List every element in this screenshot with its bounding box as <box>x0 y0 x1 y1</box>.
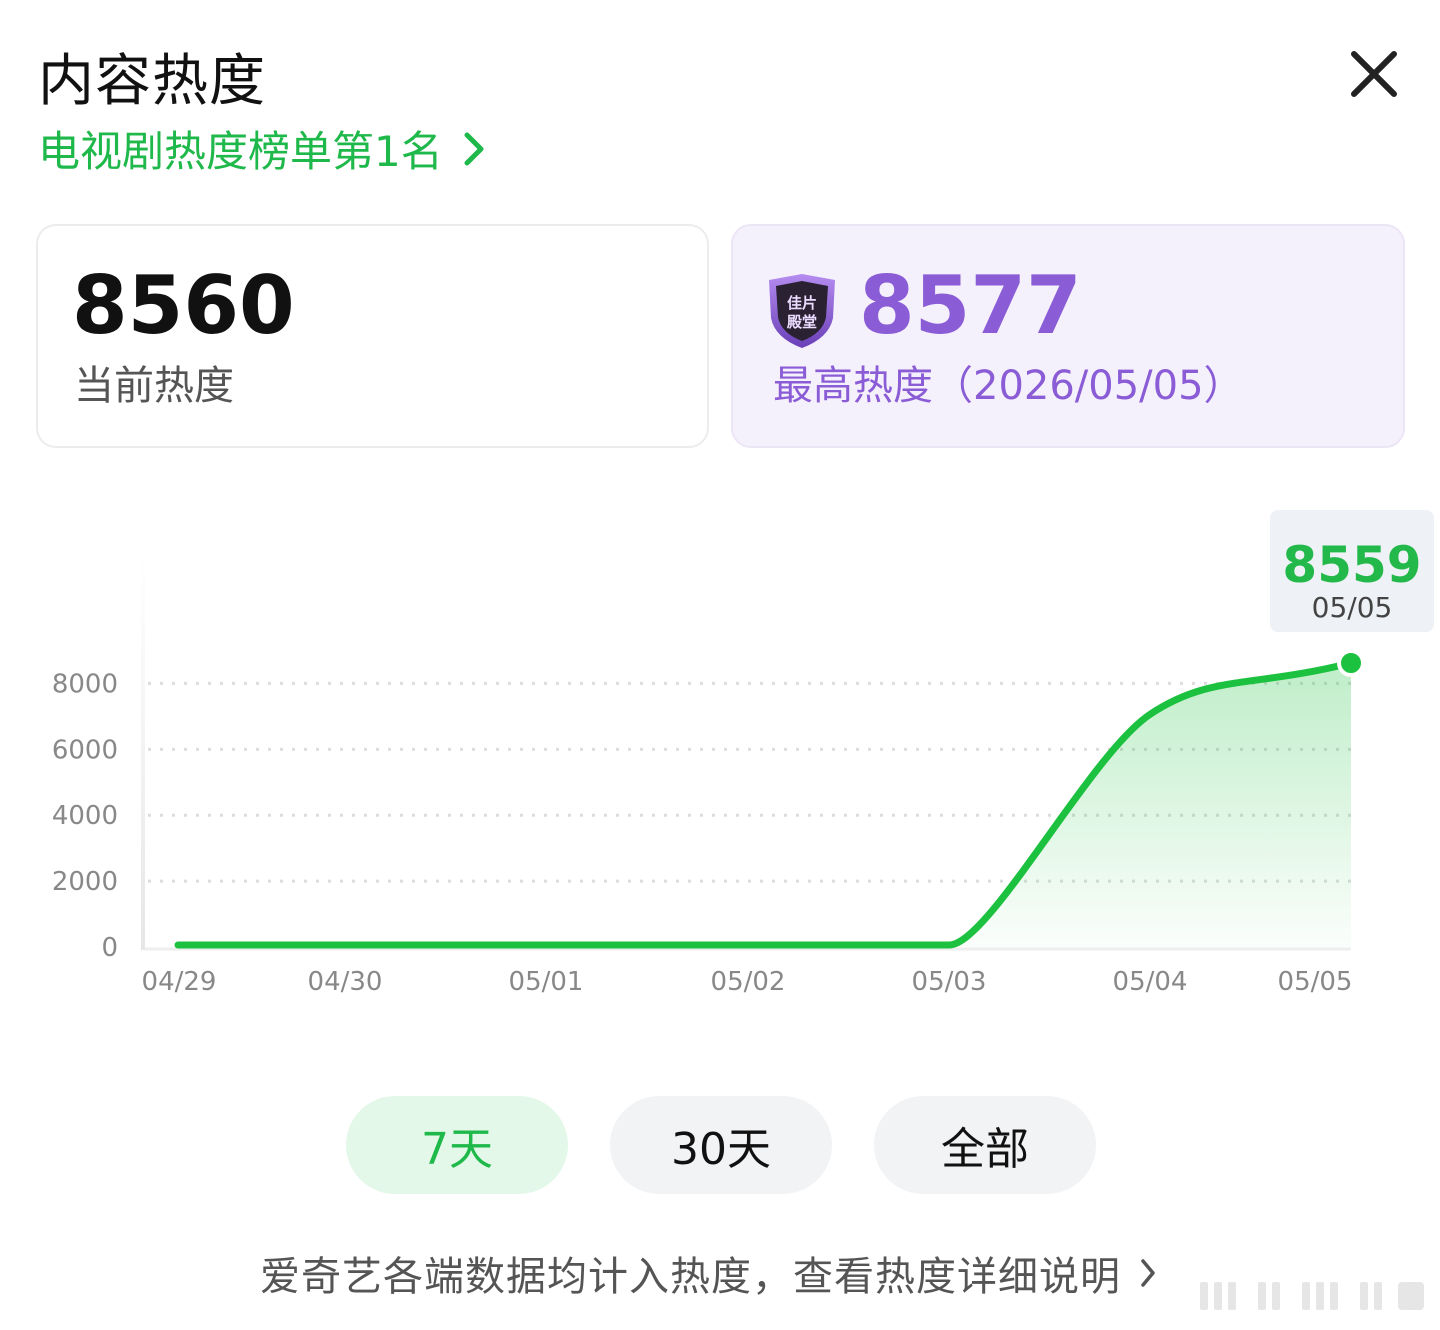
x-tick-label: 05/02 <box>711 967 786 997</box>
tooltip-value: 8559 <box>1282 536 1422 594</box>
range-tabs: 7天 30天 全部 <box>346 1096 1096 1194</box>
current-heat-value: 8560 <box>72 259 295 352</box>
x-tick-label: 04/29 <box>142 967 217 997</box>
heat-explanation-link[interactable]: 爱奇艺各端数据均计入热度，查看热度详细说明 <box>260 1244 1157 1302</box>
chart-tooltip: 8559 05/05 <box>1270 510 1434 632</box>
y-tick-label: 0 <box>101 933 118 963</box>
x-tick-label: 05/05 <box>1278 967 1353 997</box>
y-tick-label: 2000 <box>52 867 118 897</box>
heat-trend-chart[interactable]: 0 2000 4000 6000 8000 04/29 04/30 05/01 05/02 05… <box>0 490 1440 1050</box>
panel-title: 内容热度 <box>38 49 266 114</box>
x-tick-label: 05/04 <box>1113 967 1188 997</box>
current-heat-card: 8560 当前热度 <box>36 224 709 448</box>
badge-text-top: 佳片 <box>787 294 817 312</box>
x-tick-label: 04/30 <box>308 967 383 997</box>
peak-heat-card: 佳片 殿堂 8577 最高热度（2026/05/05） <box>731 224 1405 448</box>
chevron-right-icon <box>464 132 484 165</box>
peak-heat-value: 8577 <box>859 259 1082 352</box>
y-tick-label: 4000 <box>52 801 118 831</box>
series-area <box>178 663 1351 947</box>
badge-text-bottom: 殿堂 <box>786 313 817 331</box>
hall-of-fame-badge-icon: 佳片 殿堂 <box>769 274 835 348</box>
tab-7-days[interactable]: 7天 <box>346 1096 568 1194</box>
heat-explanation-label: 爱奇艺各端数据均计入热度，查看热度详细说明 <box>260 1254 1121 1300</box>
heat-panel: 内容热度 电视剧热度榜单第1名 8560 当前热度 佳片 殿堂 8577 最高热… <box>0 0 1440 1330</box>
watermark-icon <box>1200 1282 1424 1310</box>
tab-30-days[interactable]: 30天 <box>610 1096 832 1194</box>
peak-heat-label: 最高热度（2026/05/05） <box>773 363 1244 409</box>
y-tick-label: 8000 <box>52 669 118 699</box>
y-axis-line <box>141 550 145 950</box>
close-icon[interactable] <box>1344 44 1404 104</box>
rank-link-label: 电视剧热度榜单第1名 <box>38 127 443 176</box>
chevron-right-icon <box>1141 1259 1155 1287</box>
x-tick-label: 05/03 <box>912 967 987 997</box>
rank-link[interactable]: 电视剧热度榜单第1名 <box>38 118 487 179</box>
y-tick-label: 6000 <box>52 735 118 765</box>
current-heat-label: 当前热度 <box>74 363 234 409</box>
x-tick-label: 05/01 <box>509 967 584 997</box>
tab-all[interactable]: 全部 <box>874 1096 1096 1194</box>
tooltip-date: 05/05 <box>1311 591 1393 624</box>
data-point-latest[interactable] <box>1337 649 1365 677</box>
